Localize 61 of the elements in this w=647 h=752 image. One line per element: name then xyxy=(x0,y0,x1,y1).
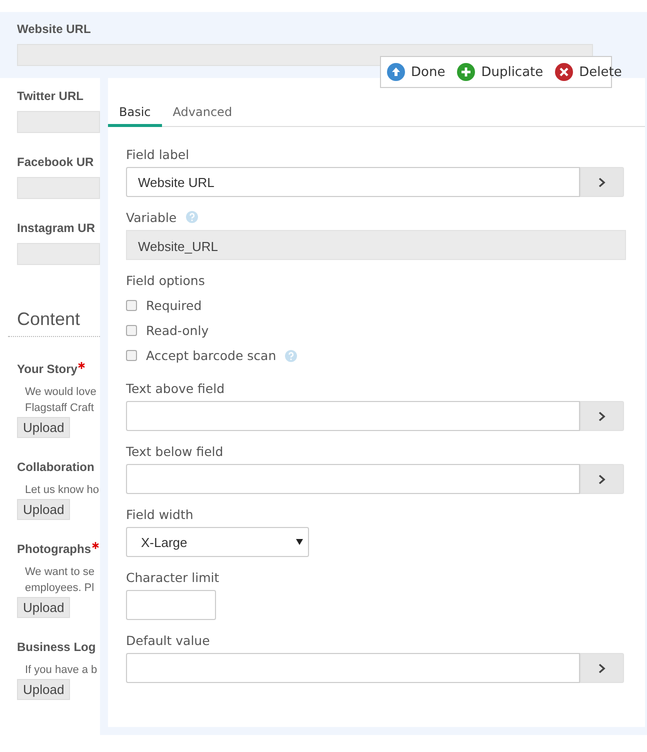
close-icon xyxy=(555,63,574,81)
help-icon[interactable] xyxy=(186,211,198,223)
caret-icon xyxy=(296,539,303,545)
readonly-field: Website_URL xyxy=(126,230,626,260)
upload-button[interactable]: Upload xyxy=(17,679,70,700)
tab[interactable]: Basic xyxy=(108,103,162,127)
select-dropdown[interactable]: X-Large xyxy=(126,527,309,557)
field-description: Flagstaff Craft xyxy=(25,401,95,416)
expand-button[interactable] xyxy=(580,401,624,431)
input-field[interactable] xyxy=(17,243,100,265)
checkbox-label: Read-only xyxy=(146,323,209,338)
field-label: Field width xyxy=(126,506,194,522)
field-label: Text below field xyxy=(126,444,224,458)
chevron-right-icon xyxy=(598,176,606,188)
expand-button[interactable] xyxy=(580,653,624,683)
field-label: Text above field xyxy=(126,380,225,396)
field-description: We want to se xyxy=(25,565,96,580)
delete-button[interactable]: Delete xyxy=(555,63,622,81)
field-label: Instagram UR xyxy=(17,221,96,235)
field-label: Photographs xyxy=(17,542,91,556)
checkbox[interactable] xyxy=(126,350,137,361)
help-icon[interactable] xyxy=(285,350,298,362)
section-heading: Content xyxy=(17,309,82,330)
upload-button[interactable]: Upload xyxy=(17,417,70,438)
checkbox[interactable] xyxy=(126,300,137,311)
chevron-right-icon xyxy=(598,410,606,422)
upload-button[interactable]: Upload xyxy=(17,597,70,618)
input-field[interactable] xyxy=(126,401,580,431)
field-label: Character limit xyxy=(126,570,220,584)
field-label: Field options xyxy=(126,272,205,288)
field-label: Website URL xyxy=(17,22,92,36)
input-field[interactable]: Website URL xyxy=(126,167,580,197)
chevron-right-icon xyxy=(598,662,606,674)
plus-icon xyxy=(457,63,476,81)
input-field[interactable] xyxy=(17,111,100,133)
checkbox-label: Accept barcode scan xyxy=(146,348,276,363)
field-label: Facebook UR xyxy=(17,155,95,169)
field-label: Default value xyxy=(126,632,210,648)
input-field[interactable] xyxy=(126,653,580,683)
field-description: If you have a b xyxy=(25,663,98,678)
field-label: Field label xyxy=(126,146,190,162)
checkbox[interactable] xyxy=(126,325,137,336)
field-label: Variable xyxy=(126,210,177,224)
chevron-right-icon xyxy=(598,474,606,484)
done-button[interactable]: Done xyxy=(387,63,446,81)
expand-button[interactable] xyxy=(580,464,624,494)
checkbox-label: Required xyxy=(146,298,202,313)
input-field[interactable] xyxy=(17,177,100,199)
field-description: Let us know ho xyxy=(25,483,100,498)
input-field[interactable] xyxy=(126,590,216,620)
field-label: Twitter URL xyxy=(17,89,84,103)
field-description: employees. Pl xyxy=(25,581,96,596)
field-label: Business Log xyxy=(17,640,96,654)
expand-button[interactable] xyxy=(580,167,624,197)
field-label: Collaboration xyxy=(17,460,94,474)
input-field[interactable] xyxy=(126,464,580,494)
field-description: We would love xyxy=(25,385,98,400)
tab[interactable]: Advanced xyxy=(162,103,244,127)
upload-button[interactable]: Upload xyxy=(17,499,70,520)
duplicate-button[interactable]: Duplicate xyxy=(457,63,544,81)
field-label: Your Story xyxy=(17,362,78,376)
